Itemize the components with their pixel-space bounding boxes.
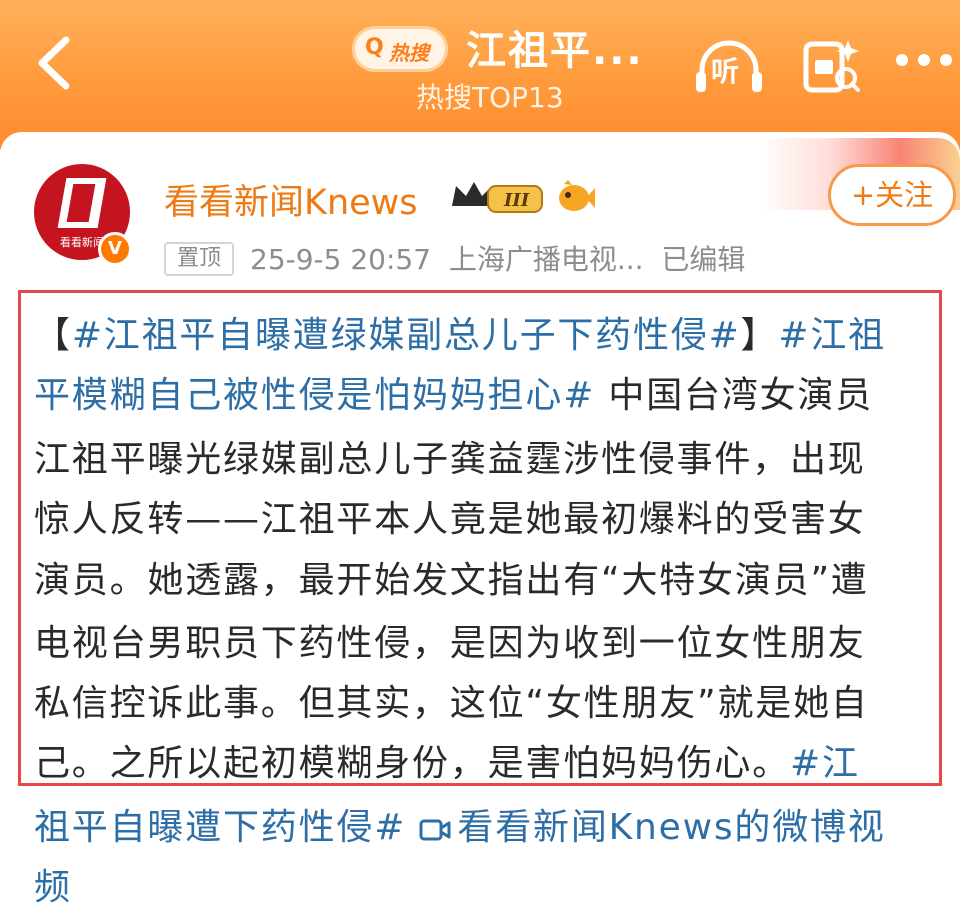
- level-badge-text: III: [503, 190, 530, 211]
- author-name[interactable]: 看看新闻Knews: [164, 174, 418, 225]
- post-text-line: 演员。她透露，最开始发文指出有“大特女演员”遭: [34, 560, 869, 601]
- listen-headphones-icon[interactable]: 听: [694, 40, 764, 94]
- post-text-line: 平模糊自己被性侵是怕妈妈担心# 中国台湾女演员: [34, 375, 874, 416]
- post-timestamp: 25-9-5 20:57: [250, 243, 432, 276]
- back-arrow-icon[interactable]: [30, 34, 78, 92]
- video-link[interactable]: 看看新闻Knews的微博视: [457, 807, 885, 848]
- follow-button[interactable]: +关注: [828, 164, 956, 226]
- edited-label: 已编辑: [661, 243, 746, 276]
- pinned-badge: 置顶: [164, 242, 234, 276]
- post-source: 上海广播电视...: [448, 243, 644, 276]
- post-text-line: 【#江祖平自曝遭绿媒副总儿子下药性侵#】#江祖: [34, 315, 886, 356]
- post-text-line: 频: [34, 858, 72, 918]
- topic-title: 江祖平...: [466, 28, 644, 74]
- vip-crown-icon: III: [448, 176, 546, 216]
- hot-search-badge: Q 热搜: [352, 26, 448, 72]
- post-meta: 25-9-5 20:57 上海广播电视... 已编辑: [250, 238, 745, 278]
- post-text-line: 电视台男职员下药性侵，是因为收到一位女性朋友: [34, 623, 866, 664]
- video-link[interactable]: 频: [34, 867, 72, 908]
- more-options-icon[interactable]: [896, 54, 954, 70]
- post-text-line: 祖平自曝遭下药性侵# 看看新闻Knews的微博视: [34, 798, 886, 858]
- listen-label: 听: [711, 55, 740, 88]
- topic-tag-link[interactable]: 平模糊自己被性侵是怕妈妈担心#: [34, 375, 595, 416]
- topic-tag-link[interactable]: #江: [790, 743, 860, 784]
- post-text-line: 惊人反转——江祖平本人竟是她最初爆料的受害女: [34, 499, 866, 540]
- hot-search-rank: 热搜TOP13: [416, 81, 564, 114]
- search-icon: Q: [365, 35, 384, 60]
- top-bar: Q 热搜 江祖平... 热搜TOP13 听: [0, 0, 960, 150]
- post-text-line: 己。之所以起初模糊身份，是害怕妈妈伤心。#江: [34, 743, 860, 784]
- topic-tag-link[interactable]: #江祖平自曝遭绿媒副总儿子下药性侵#: [72, 315, 741, 356]
- post-text-line: 私信控诉此事。但其实，这位“女性朋友”就是她自: [34, 683, 869, 724]
- verified-badge-icon: V: [98, 232, 132, 266]
- topic-tag-link[interactable]: 祖平自曝遭下药性侵#: [34, 807, 406, 848]
- fan-fish-icon: [556, 176, 596, 216]
- video-icon[interactable]: [419, 818, 451, 842]
- share-card-icon[interactable]: [800, 34, 862, 96]
- post-text-line: 江祖平曝光绿媒副总儿子龚益霆涉性侵事件，出现: [34, 439, 866, 480]
- hot-search-title[interactable]: Q 热搜 江祖平... 热搜TOP13: [340, 14, 660, 114]
- topic-tag-link[interactable]: #江祖: [778, 315, 886, 356]
